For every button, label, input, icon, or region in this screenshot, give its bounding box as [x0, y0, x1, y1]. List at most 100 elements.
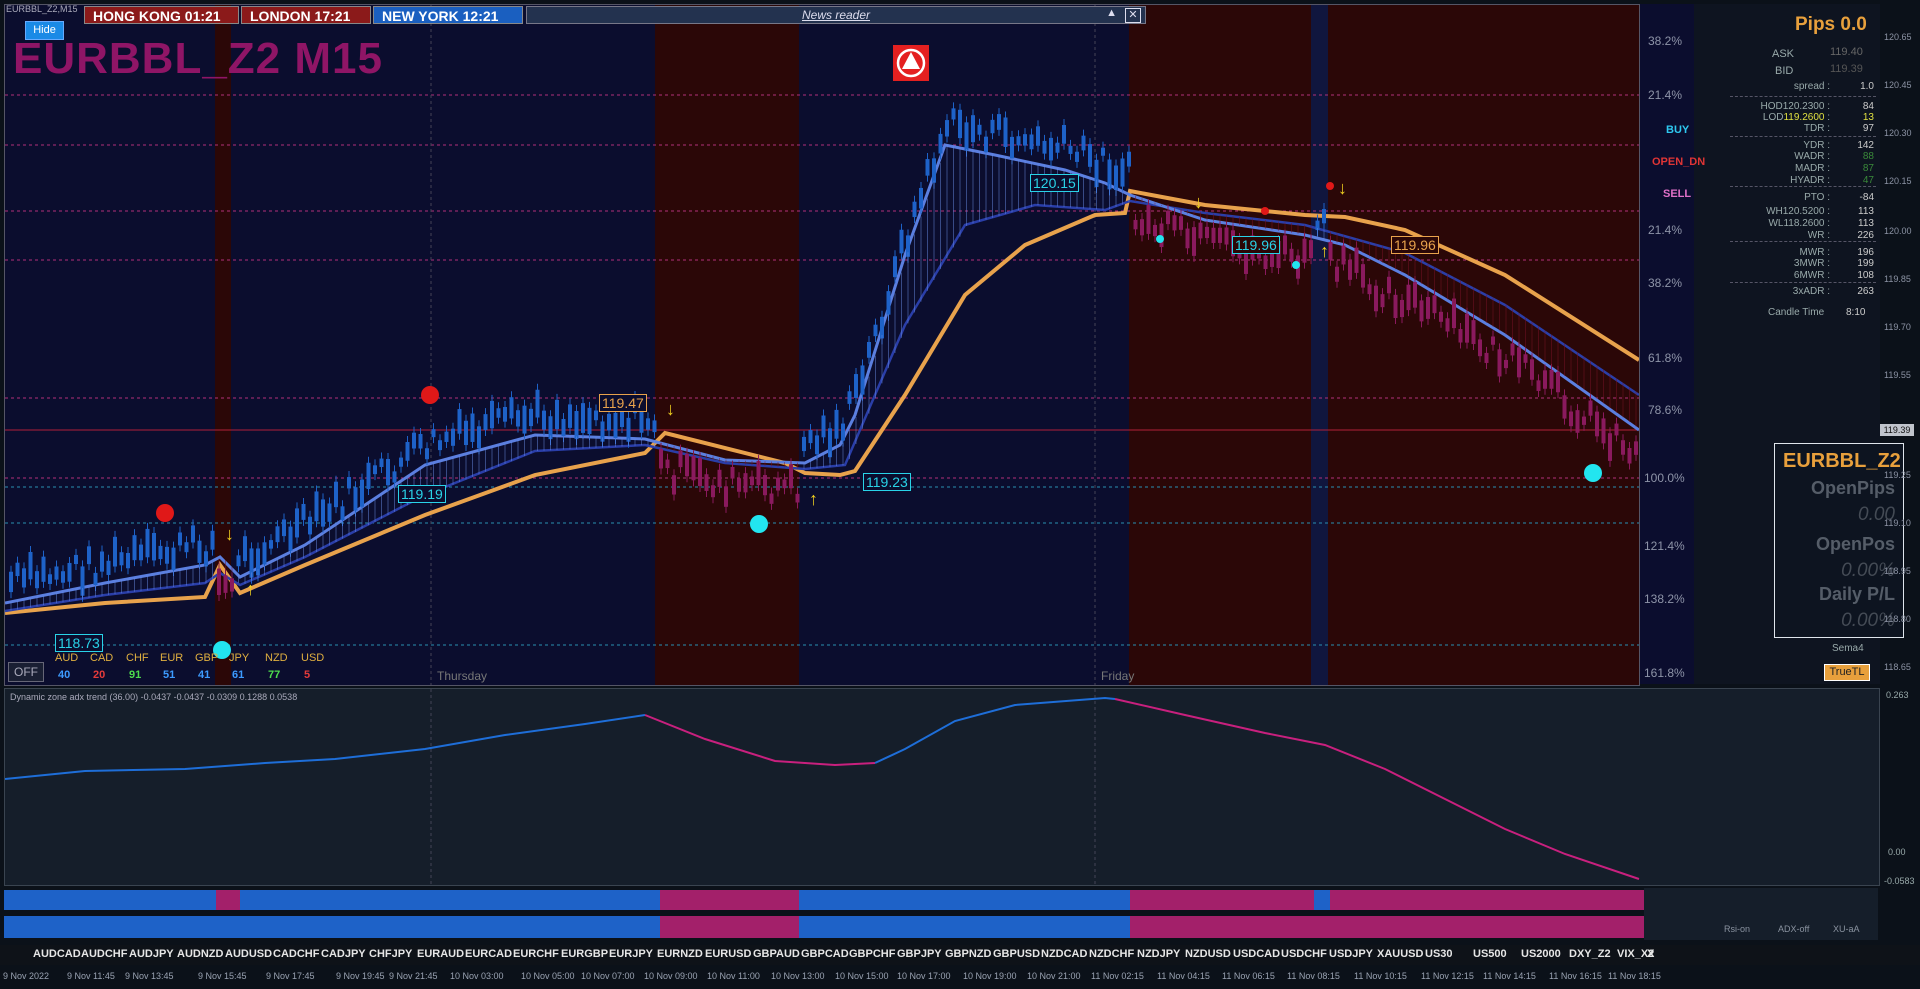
news-reader-label[interactable]: News reader: [802, 8, 870, 22]
news-reader-bar[interactable]: News reader ▲ ✕: [526, 6, 1146, 24]
time-tick-label: 10 Nov 17:00: [897, 971, 951, 981]
symbol-button-usdchf[interactable]: USDCHF: [1281, 948, 1327, 960]
candle-body: [1439, 311, 1443, 322]
symbol-button-audchf[interactable]: AUDCHF: [81, 948, 127, 960]
chart-tab-title: EURBBL_Z2,M15: [6, 4, 78, 14]
symbol-button-xauusd[interactable]: XAUUSD: [1377, 948, 1423, 960]
candle-body: [1432, 295, 1437, 314]
candle-body: [9, 571, 13, 593]
candle-body: [841, 423, 845, 441]
symbol-button-eurusd[interactable]: EURUSD: [705, 948, 751, 960]
symbol-button-us500[interactable]: US500: [1473, 948, 1507, 960]
candle-body: [854, 374, 858, 398]
candle-body: [1595, 411, 1599, 437]
symbol-button-usdjpy[interactable]: USDJPY: [1329, 948, 1373, 960]
candle-body: [529, 408, 533, 427]
osc-axis-label: 0.00: [1888, 847, 1906, 857]
symbol-button-audjpy[interactable]: AUDJPY: [129, 948, 174, 960]
stat-value: 47: [1862, 175, 1874, 186]
candle-body: [288, 526, 293, 551]
price-label-orange: 119.96: [1391, 236, 1439, 254]
candle-body: [1582, 416, 1586, 425]
stat-value: 196: [1857, 247, 1874, 258]
symbol-button-eurnzd[interactable]: EURNZD: [657, 948, 703, 960]
candle-body: [1335, 266, 1339, 282]
open-pips-label: OpenPips: [1810, 478, 1895, 498]
main-price-chart[interactable]: ↓ ↑ ↓ ↑ ↓ ↑ ↓: [4, 4, 1640, 686]
candle-body: [327, 503, 332, 522]
price-tick-label: 119.55: [1884, 370, 1911, 380]
symbol-button-gbpnzd[interactable]: GBPNZD: [945, 948, 991, 960]
symbol-button-usdcad[interactable]: USDCAD: [1233, 948, 1280, 960]
stat-label: HOD120.2300 :: [1760, 101, 1831, 112]
time-tick-label: 9 Nov 19:45: [336, 971, 385, 981]
bid-label: BID: [1775, 65, 1794, 77]
symbol-button-nzdjpy[interactable]: NZDJPY: [1137, 948, 1180, 960]
time-tick-label: 10 Nov 19:00: [963, 971, 1017, 981]
symbol-button-nzdcad[interactable]: NZDCAD: [1041, 948, 1087, 960]
symbol-button-eurchf[interactable]: EURCHF: [513, 948, 559, 960]
candle-body: [353, 487, 358, 511]
symbol-button-eurcad[interactable]: EURCAD: [465, 948, 512, 960]
symbol-button-audcad[interactable]: AUDCAD: [33, 948, 81, 960]
clock-hong-kong: HONG KONG 01:21: [84, 6, 239, 24]
candle-body: [522, 405, 527, 434]
candle-body: [847, 391, 852, 404]
rsi-on-label[interactable]: Rsi-on: [1724, 924, 1750, 934]
swing-low-dot: [1156, 235, 1164, 243]
symbol-button-gbpusd[interactable]: GBPUSD: [993, 948, 1040, 960]
candle-body: [990, 119, 995, 134]
stat-value: 97: [1862, 123, 1874, 134]
candle-body: [1088, 144, 1092, 167]
symbol-button-dxy_z2[interactable]: DXY_Z2: [1569, 948, 1611, 960]
adx-off-label[interactable]: ADX-off: [1778, 924, 1809, 934]
price-tick-label: 120.30: [1884, 128, 1912, 138]
currency-name: USD: [301, 652, 325, 664]
symbol-button-eurjpy[interactable]: EURJPY: [609, 948, 653, 960]
osc-axis-label: -0.0583: [1884, 876, 1915, 886]
symbol-button-gbpjpy[interactable]: GBPJPY: [897, 948, 942, 960]
adx-trend-line: [1114, 698, 1640, 880]
time-tick-label: 9 Nov 11:45: [67, 971, 115, 981]
symbol-button-nzdusd[interactable]: NZDUSD: [1185, 948, 1231, 960]
candle-body: [542, 410, 546, 430]
candle-body: [724, 486, 728, 507]
candle-body: [1062, 125, 1066, 144]
fib-level-label: 78.6%: [1648, 403, 1683, 417]
signal-arrow-icon: ↓: [1194, 192, 1203, 212]
current-price-marker: 119.39: [1880, 424, 1914, 436]
symbol-button-gbpchf[interactable]: GBPCHF: [849, 948, 895, 960]
symbol-button-nzdchf[interactable]: NZDCHF: [1089, 948, 1134, 960]
time-tick-label: 9 Nov 15:45: [198, 971, 247, 981]
symbol-button-euraud[interactable]: EURAUD: [417, 948, 464, 960]
symbol-button-audnzd[interactable]: AUDNZD: [177, 948, 223, 960]
xu-aa-label[interactable]: XU-aA: [1833, 924, 1860, 934]
triangle-up-icon[interactable]: ▲: [1106, 7, 1117, 19]
candle-body: [1023, 134, 1027, 146]
symbol-button-chfjpy[interactable]: CHFJPY: [369, 948, 412, 960]
adx-oscillator-panel[interactable]: Dynamic zone adx trend (36.00) -0.0437 -…: [4, 688, 1880, 886]
symbol-button-eurgbp[interactable]: EURGBP: [561, 948, 608, 960]
truetl-button[interactable]: TrueTL: [1824, 664, 1870, 681]
symbol-button-gbpcad[interactable]: GBPCAD: [801, 948, 849, 960]
off-button[interactable]: OFF: [8, 662, 44, 682]
symbol-button-gbpaud[interactable]: GBPAUD: [753, 948, 800, 960]
trend-band-segment: [240, 890, 660, 910]
symbol-button-us2000[interactable]: US2000: [1521, 948, 1561, 960]
symbol-button-cadjpy[interactable]: CADJPY: [321, 948, 366, 960]
fib-level-label: 121.4%: [1644, 539, 1685, 553]
candle-body: [698, 458, 702, 487]
adx-trend-line: [4, 714, 646, 780]
candle-body: [938, 133, 943, 154]
candle-body: [1543, 370, 1547, 389]
candle-body: [308, 516, 312, 535]
time-tick-label: 10 Nov 03:00: [450, 971, 504, 981]
symbol-button-x[interactable]: X: [1647, 948, 1654, 960]
candle-body: [139, 544, 143, 561]
symbol-button-us30[interactable]: US30: [1425, 948, 1453, 960]
close-icon[interactable]: ✕: [1125, 8, 1141, 23]
candle-body: [113, 536, 117, 567]
price-chart-canvas[interactable]: ↓ ↑ ↓ ↑ ↓ ↑ ↓: [5, 5, 1639, 685]
symbol-button-audusd[interactable]: AUDUSD: [225, 948, 272, 960]
symbol-button-cadchf[interactable]: CADCHF: [273, 948, 319, 960]
